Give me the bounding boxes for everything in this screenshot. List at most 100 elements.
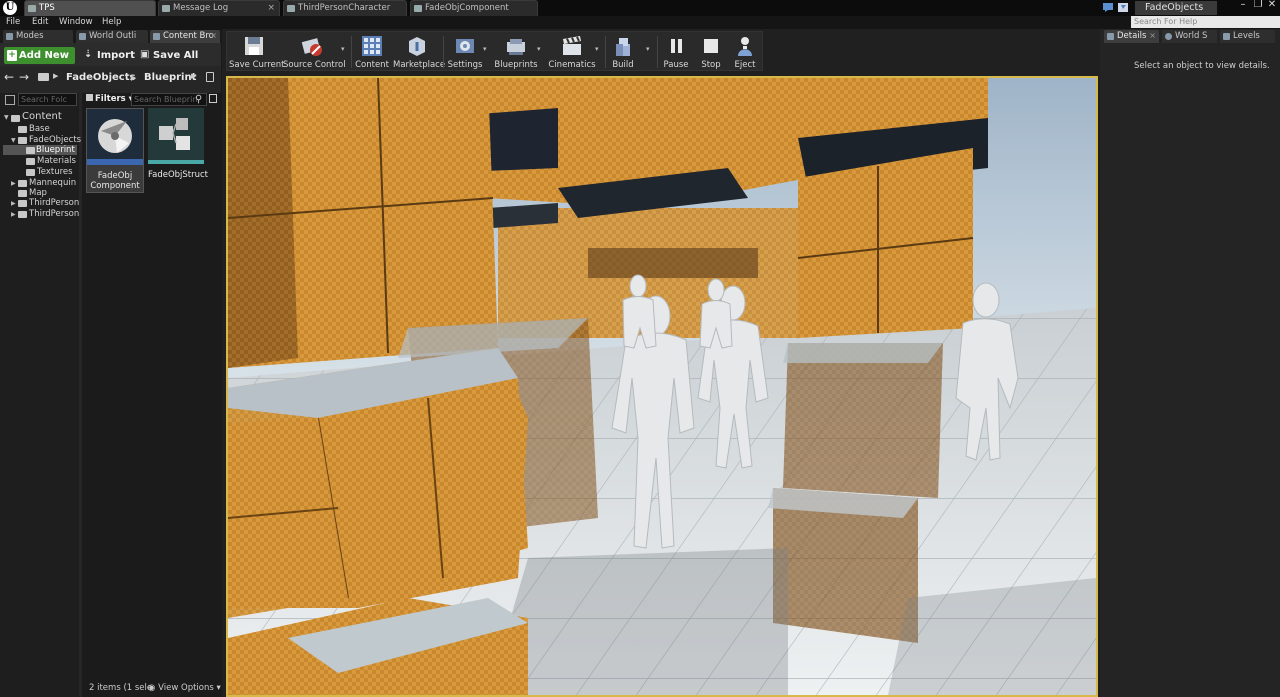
dropdown-arrow-icon[interactable]: ▾ xyxy=(341,45,345,53)
tab-message-log[interactable]: Message Log × xyxy=(158,0,280,16)
add-new-button[interactable]: + Add New xyxy=(4,47,75,64)
view-options-button[interactable]: ◉ View Options ▾ xyxy=(148,683,221,693)
save-current-button[interactable]: Save Current xyxy=(229,32,285,72)
menu-file[interactable]: File xyxy=(6,17,20,27)
build-button[interactable]: Build xyxy=(607,32,639,72)
chat-icon[interactable] xyxy=(1103,3,1113,12)
close-icon[interactable]: × xyxy=(1149,30,1156,42)
tab-thirdpersoncharacter[interactable]: ThirdPersonCharacter xyxy=(283,0,407,16)
content-button[interactable]: Content xyxy=(353,32,391,72)
add-icon: + xyxy=(7,50,17,61)
tree-item-content[interactable]: ▼ Content xyxy=(4,111,62,122)
sources-search-input[interactable]: Search Folc xyxy=(18,93,77,106)
dropdown-arrow-icon[interactable]: ▾ xyxy=(483,45,487,53)
blueprint-icon xyxy=(287,5,295,12)
content-browser-icon xyxy=(153,33,160,40)
tree-item-textures[interactable]: Textures xyxy=(26,167,73,177)
asset-tile-fadeobj-component[interactable]: FadeObj Component xyxy=(86,108,144,193)
breadcrumb-blueprint[interactable]: Blueprint xyxy=(144,72,196,83)
pause-button[interactable]: Pause xyxy=(659,32,693,72)
tab-fadeobjcomponent[interactable]: FadeObjComponent xyxy=(410,0,538,16)
eject-button[interactable]: Eject xyxy=(729,32,761,72)
save-icon: ▣ xyxy=(140,49,150,60)
build-icon xyxy=(616,38,630,56)
folder-icon xyxy=(18,190,27,197)
menu-window[interactable]: Window xyxy=(59,17,93,27)
stop-button[interactable]: Stop xyxy=(695,32,727,72)
chevron-right-icon: ▶ xyxy=(131,74,137,82)
tab-modes[interactable]: Modes xyxy=(3,30,73,43)
modes-icon xyxy=(6,33,13,40)
blueprints-button[interactable]: Blueprints xyxy=(493,32,539,72)
asset-tile-fadeobjstruct[interactable]: FadeObjStruct xyxy=(148,108,209,193)
level-toolbar: Save Current Source Control ▾ Content Ma… xyxy=(226,31,763,71)
right-panel xyxy=(1100,29,1280,697)
settings-button[interactable]: Settings xyxy=(445,32,485,72)
help-search-input[interactable]: Search For Help xyxy=(1131,16,1280,28)
back-icon[interactable]: ← xyxy=(4,70,14,84)
filters-button[interactable]: Filters ▾ xyxy=(86,94,133,104)
save-all-button[interactable]: ▣ Save All xyxy=(140,47,198,64)
lock-icon[interactable] xyxy=(206,72,214,82)
asset-label: FadeObjStruct xyxy=(148,170,209,180)
close-icon[interactable]: × xyxy=(210,30,217,42)
dropdown-arrow-icon[interactable]: ▾ xyxy=(595,45,599,53)
folder-icon xyxy=(18,137,27,144)
tree-item-mannequin[interactable]: ▶ Mannequin xyxy=(11,178,76,188)
clapperboard-icon xyxy=(563,36,581,55)
tree-item-blueprint[interactable]: Blueprint xyxy=(3,145,77,155)
tab-world-outliner[interactable]: World Outli xyxy=(76,30,148,43)
breadcrumb: ← → ▶ FadeObjects ▶ Blueprint ▶ xyxy=(0,67,221,89)
eject-icon xyxy=(738,37,752,56)
chevron-right-icon: ▶ xyxy=(53,72,59,80)
tree-item-map[interactable]: Map xyxy=(18,188,47,198)
sources-toggle-icon[interactable] xyxy=(5,95,15,105)
folder-icon xyxy=(18,180,27,187)
search-icon[interactable]: ⚲ xyxy=(195,94,202,105)
pause-icon xyxy=(671,39,682,53)
chevron-right-icon: ▶ xyxy=(11,200,16,207)
source-control-button[interactable]: Source Control xyxy=(283,32,346,72)
chevron-right-icon: ▶ xyxy=(191,72,197,80)
tab-content-browser[interactable]: Content Bro × xyxy=(150,30,220,43)
chevron-right-icon: ▶ xyxy=(11,211,16,218)
tree-item-thirdpersonbp[interactable]: ▶ ThirdPerson xyxy=(11,209,79,219)
level-icon xyxy=(28,5,36,12)
source-control-icon xyxy=(301,38,322,56)
close-icon[interactable]: × xyxy=(267,1,275,16)
filter-icon xyxy=(86,94,93,101)
menu-edit[interactable]: Edit xyxy=(32,17,48,27)
tree-item-materials[interactable]: Materials xyxy=(26,156,76,166)
viewport-scene xyxy=(228,78,1096,695)
chevron-down-icon: ▼ xyxy=(11,137,16,144)
folder-icon[interactable] xyxy=(38,73,49,81)
folder-icon xyxy=(26,158,35,165)
tab-tps[interactable]: TPS xyxy=(24,0,156,16)
tab-details[interactable]: Details × xyxy=(1104,30,1159,43)
bookmark-icon[interactable] xyxy=(1118,3,1128,12)
import-button[interactable]: ⇣ Import xyxy=(84,47,135,64)
menu-help[interactable]: Help xyxy=(102,17,121,27)
marketplace-icon xyxy=(409,37,425,56)
forward-icon[interactable]: → xyxy=(19,70,29,84)
level-viewport[interactable] xyxy=(226,76,1098,697)
lock-icon[interactable] xyxy=(209,94,217,103)
blueprints-icon xyxy=(507,39,525,55)
chevron-down-icon: ▼ xyxy=(4,114,9,121)
log-icon xyxy=(162,5,170,12)
content-browser-toolbar: + Add New ⇣ Import ▣ Save All xyxy=(0,43,221,66)
tree-item-base[interactable]: Base xyxy=(18,124,50,134)
marketplace-button[interactable]: Marketplace xyxy=(393,32,445,72)
tab-levels[interactable]: Levels xyxy=(1220,30,1275,43)
asset-label: FadeObj Component xyxy=(90,171,140,191)
breadcrumb-fadeobjects[interactable]: FadeObjects xyxy=(66,72,135,83)
dropdown-arrow-icon[interactable]: ▾ xyxy=(537,45,541,53)
dropdown-arrow-icon[interactable]: ▾ xyxy=(646,45,650,53)
tree-item-fadeobjects[interactable]: ▼ FadeObjects xyxy=(11,135,81,145)
menu-bar: File Edit Window Help xyxy=(0,16,1280,30)
tree-item-thirdperson[interactable]: ▶ ThirdPerson xyxy=(11,198,79,208)
project-name: FadeObjects xyxy=(1135,1,1217,15)
close-window-icon[interactable]: ✕ xyxy=(1263,0,1280,12)
cinematics-button[interactable]: Cinematics xyxy=(547,32,597,72)
tab-world-settings[interactable]: World S xyxy=(1162,30,1217,43)
